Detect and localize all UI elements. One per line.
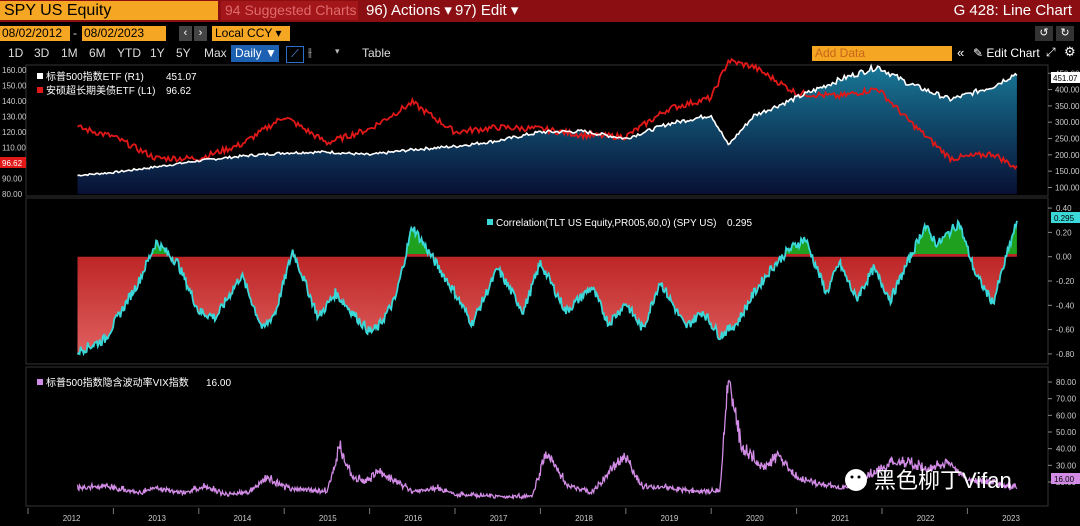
right-axis-tick: 150.00 [1055,167,1080,176]
tlt-last-marker-text: 96.62 [2,159,23,168]
left-axis-tick: 160.00 [2,66,27,75]
spy-legend-label: 标普500指数ETF (R1) [46,70,144,83]
corr-last-marker-text: 0.295 [1054,214,1075,223]
x-axis-tick: 2014 [234,514,252,523]
x-axis-tick: 2019 [661,514,679,523]
left-axis-tick: 130.00 [2,113,27,122]
corr-negative-fill [77,254,1017,355]
x-axis-tick: 2016 [404,514,422,523]
x-axis-tick: 2021 [831,514,849,523]
left-axis-tick: 110.00 [2,144,26,153]
corr-axis-tick: -0.80 [1056,350,1075,359]
watermark-text: 黑色柳丁Vifan [874,468,1012,493]
vix-axis-tick: 40.00 [1056,445,1077,454]
tlt-legend-swatch [37,87,43,93]
vix-axis-tick: 80.00 [1056,378,1077,387]
vix-legend-value: 16.00 [206,378,231,389]
corr-axis-tick: 0.00 [1056,253,1072,262]
vix-axis-tick: 70.00 [1056,395,1077,404]
right-axis-tick: 200.00 [1055,151,1080,160]
left-axis-tick: 90.00 [2,175,23,184]
x-axis-tick: 2013 [148,514,166,523]
tlt-legend-label: 安硕超长期美债ETF (L1) [46,84,155,97]
x-axis-tick: 2023 [1002,514,1020,523]
right-axis-tick: 100.00 [1055,183,1080,192]
corr-axis-tick: -0.40 [1056,301,1075,310]
vix-legend-label: 标普500指数隐含波动率VIX指数 [46,376,189,389]
corr-axis-tick: -0.20 [1056,277,1075,286]
vix-axis-tick: 50.00 [1056,428,1077,437]
x-axis-tick: 2015 [319,514,337,523]
corr-axis-tick: 0.20 [1056,228,1072,237]
corr-legend-value: 0.295 [727,218,752,229]
wechat-icon [845,469,867,491]
corr-legend-label: Correlation(TLT US Equity,PR005,60,0) (S… [496,218,716,229]
x-axis-tick: 2022 [917,514,935,523]
tlt-legend-value: 96.62 [166,86,191,97]
x-axis-tick: 2017 [490,514,508,523]
left-axis-tick: 140.00 [2,97,27,106]
spy-last-marker-text: 451.07 [1053,74,1078,83]
right-axis-tick: 250.00 [1055,135,1080,144]
left-axis-tick: 150.00 [2,82,27,91]
x-axis-tick: 2020 [746,514,764,523]
spy-legend-value: 451.07 [166,72,197,83]
right-axis-tick: 350.00 [1055,102,1080,111]
right-axis-tick: 400.00 [1055,86,1080,95]
vix-last-marker-text: 16.00 [1054,475,1075,484]
left-axis-tick: 80.00 [2,190,23,199]
x-axis-tick: 2018 [575,514,593,523]
vix-axis-tick: 30.00 [1056,461,1077,470]
x-axis-tick: 2012 [63,514,81,523]
corr-axis-tick: -0.60 [1056,326,1075,335]
left-axis-tick: 120.00 [2,128,27,137]
vix-axis-tick: 60.00 [1056,411,1077,420]
vix-legend-swatch [37,379,43,385]
right-axis-tick: 300.00 [1055,118,1080,127]
corr-legend-swatch [487,219,493,225]
corr-axis-tick: 0.40 [1056,204,1072,213]
spy-legend-swatch [37,73,43,79]
chart-canvas: 80.00 90.00 100.00 110.00 120.00 130.00 140.00… [0,57,1080,523]
